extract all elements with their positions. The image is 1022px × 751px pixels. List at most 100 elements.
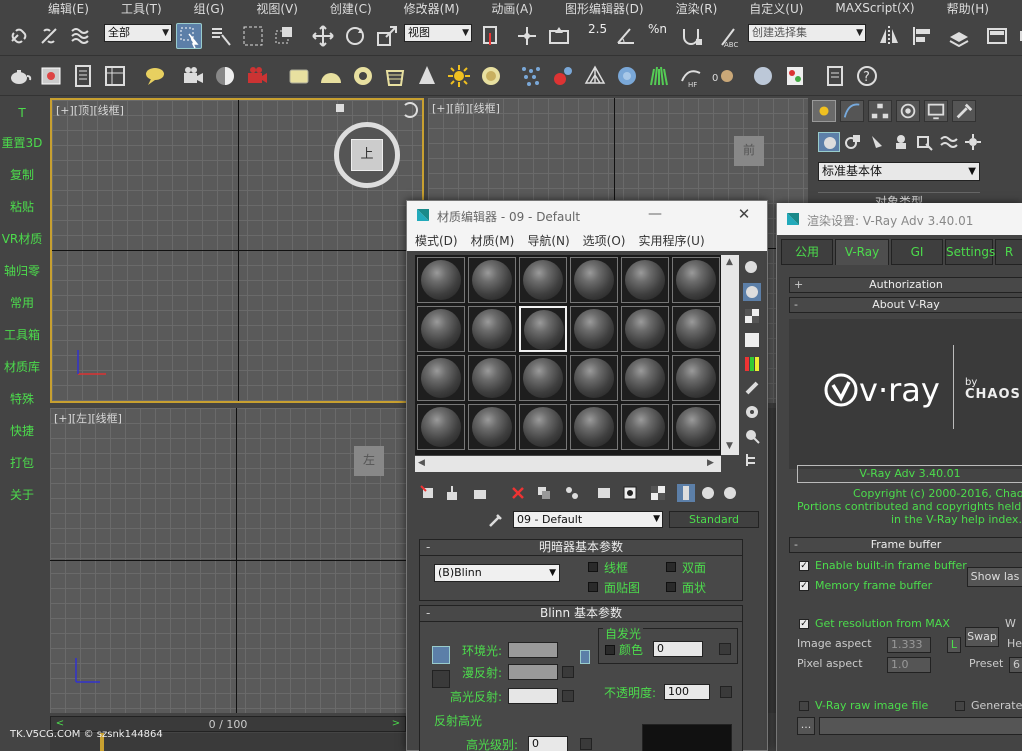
sample-slot[interactable]	[621, 404, 669, 450]
tab-vray[interactable]: V-Ray	[835, 239, 889, 265]
rotate-icon[interactable]	[342, 23, 368, 49]
help-icon[interactable]: ?	[854, 63, 880, 89]
keyboard-shortcut-icon[interactable]	[546, 23, 572, 49]
snap-toggle-label[interactable]: 2.5	[588, 22, 607, 36]
sidebar-item-t[interactable]: T	[0, 106, 44, 120]
window-crossing-icon[interactable]	[272, 23, 298, 49]
scene-explorer-icon[interactable]	[984, 23, 1010, 49]
modify-tab-icon[interactable]	[840, 100, 864, 122]
material-sphere-icon[interactable]	[212, 63, 238, 89]
specular-map-button[interactable]	[562, 690, 574, 702]
video-camera-icon[interactable]	[244, 63, 270, 89]
sample-slot[interactable]	[621, 355, 669, 401]
link-icon[interactable]	[6, 23, 32, 49]
material-type-button[interactable]: Standard	[669, 511, 759, 528]
sun-light-icon[interactable]	[446, 63, 472, 89]
specular-color-swatch[interactable]	[508, 688, 558, 704]
go-to-parent-icon[interactable]	[699, 484, 717, 502]
sidebar-item-copy[interactable]: 复制	[0, 166, 44, 183]
lock-ambient-diffuse-icon[interactable]	[432, 646, 450, 664]
viewcube[interactable]: 上	[334, 122, 400, 188]
hierarchy-tab-icon[interactable]	[868, 100, 892, 122]
render-setup-icon[interactable]	[70, 63, 96, 89]
material-map-navigator-icon[interactable]	[743, 451, 761, 469]
bind-spacewarp-icon[interactable]	[68, 23, 94, 49]
pixel-aspect-spinner[interactable]: 1.0	[887, 657, 931, 673]
backlight-icon[interactable]	[743, 283, 761, 301]
camera-icon[interactable]	[180, 63, 206, 89]
opacity-spinner[interactable]: 100	[664, 684, 710, 700]
raw-image-checkbox[interactable]	[799, 701, 809, 711]
sample-uv-tiling-icon[interactable]	[743, 331, 761, 349]
opacity-map-button[interactable]	[720, 686, 732, 698]
cone-icon[interactable]	[414, 63, 440, 89]
reference-coord-select[interactable]: 视图 ▼	[404, 24, 472, 42]
menu-modes[interactable]: 模式(D)	[407, 232, 463, 249]
self-illum-color-checkbox[interactable]	[605, 645, 615, 655]
self-illum-map-button[interactable]	[719, 643, 731, 655]
sidebar-item-common[interactable]: 常用	[0, 294, 44, 311]
sample-slot[interactable]	[468, 257, 516, 303]
menu-tools[interactable]: 工具(T)	[105, 0, 178, 17]
scroll-left-icon[interactable]: ◀	[418, 458, 425, 468]
scale-icon[interactable]	[374, 23, 400, 49]
reset-map-icon[interactable]	[509, 484, 527, 502]
browse-button[interactable]: ...	[797, 717, 815, 735]
tab-render-elements[interactable]: R	[995, 239, 1022, 265]
teapot-icon[interactable]	[6, 63, 32, 89]
slots-vertical-scrollbar[interactable]: ▲ ▼	[721, 255, 739, 455]
about-vray-rollout[interactable]: - About V-Ray	[789, 297, 1022, 313]
lights-icon[interactable]	[866, 132, 888, 152]
sample-slot[interactable]	[570, 404, 618, 450]
sample-slot[interactable]	[417, 257, 465, 303]
mirror-icon[interactable]	[876, 23, 902, 49]
wire-checkbox[interactable]	[588, 562, 598, 572]
viewport-top[interactable]: [+][顶][线框] 上	[50, 98, 424, 403]
menu-edit[interactable]: 编辑(E)	[0, 0, 105, 17]
sidebar-item-toolbox[interactable]: 工具箱	[0, 326, 44, 343]
select-object-icon[interactable]	[176, 23, 202, 49]
select-by-material-icon[interactable]	[743, 427, 761, 445]
lock-diffuse-specular-icon[interactable]	[432, 670, 450, 688]
menu-modifiers[interactable]: 修改器(M)	[388, 0, 476, 17]
display-tab-icon[interactable]	[924, 100, 948, 122]
sample-type-icon[interactable]	[743, 259, 761, 277]
go-forward-sibling-icon[interactable]	[721, 484, 739, 502]
minimize-button[interactable]: —	[645, 203, 665, 225]
move-icon[interactable]	[310, 23, 336, 49]
sample-slot[interactable]	[519, 404, 567, 450]
shapes-icon[interactable]	[842, 132, 864, 152]
make-unique-icon[interactable]	[563, 484, 581, 502]
viewport-label[interactable]: [+][左][线框]	[54, 410, 122, 426]
background-checker-icon[interactable]	[743, 307, 761, 325]
rollout-header[interactable]: - Blinn 基本参数	[420, 606, 742, 622]
scroll-up-icon[interactable]: ▲	[726, 257, 733, 267]
diffuse-color-swatch[interactable]	[508, 664, 558, 680]
put-to-scene-icon[interactable]	[443, 484, 461, 502]
sidebar-item-about[interactable]: 关于	[0, 486, 44, 503]
slots-horizontal-scrollbar[interactable]: ◀ ▶	[415, 456, 721, 472]
sample-slot[interactable]	[417, 355, 465, 401]
percent-snap-label[interactable]: %n	[648, 22, 667, 36]
raw-image-path-field[interactable]	[819, 717, 1022, 735]
sidebar-item-paste[interactable]: 粘贴	[0, 198, 44, 215]
menu-maxscript[interactable]: MAXScript(X)	[819, 1, 930, 15]
scatter-icon[interactable]	[518, 63, 544, 89]
sample-slot[interactable]	[468, 404, 516, 450]
sample-slot[interactable]	[621, 306, 669, 352]
systems-icon[interactable]	[962, 132, 984, 152]
faceted-checkbox[interactable]	[666, 582, 676, 592]
tab-gi[interactable]: GI	[891, 239, 943, 265]
mesh-tent-icon[interactable]	[582, 63, 608, 89]
generate-preview-checkbox[interactable]	[955, 701, 965, 711]
sidebar-item-vray-material[interactable]: VR材质	[0, 230, 44, 247]
put-to-library-icon[interactable]	[595, 484, 613, 502]
bucket-icon[interactable]	[382, 63, 408, 89]
speech-icon[interactable]	[142, 63, 168, 89]
geometry-icon[interactable]	[818, 132, 840, 152]
authorization-rollout[interactable]: + Authorization	[789, 277, 1022, 293]
sidebar-item-material-library[interactable]: 材质库	[0, 358, 44, 375]
rendered-frame-window-icon[interactable]	[102, 63, 128, 89]
menu-create[interactable]: 创建(C)	[314, 0, 388, 17]
sphere-icon[interactable]	[750, 63, 776, 89]
